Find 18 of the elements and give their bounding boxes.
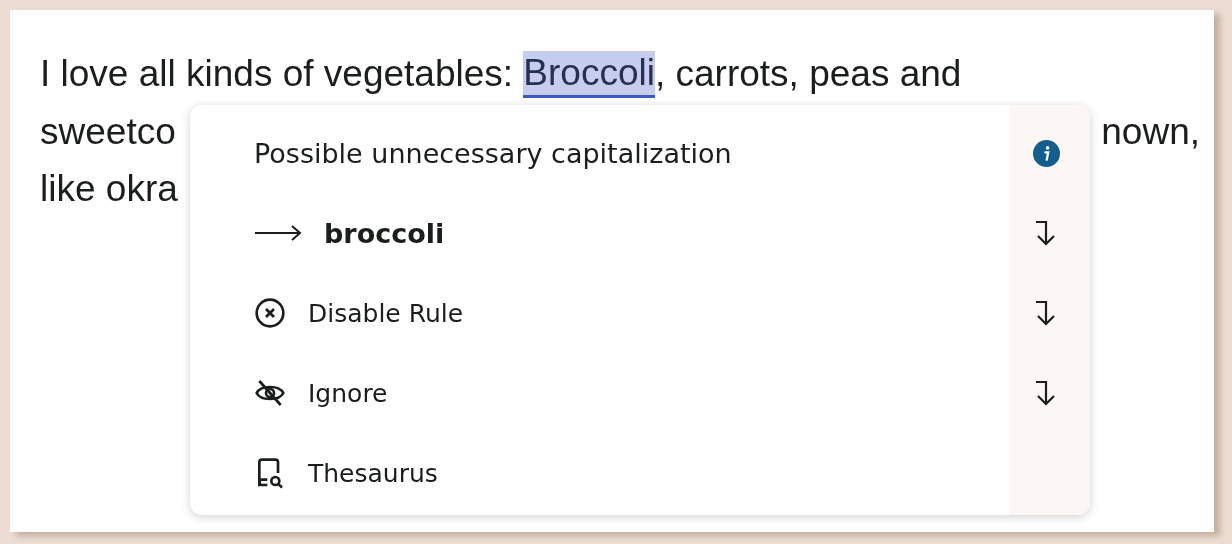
close-circle-icon <box>254 297 286 329</box>
document-text: , carrots, peas and <box>654 52 962 96</box>
enter-arrow-icon[interactable] <box>1034 299 1058 327</box>
menu-item[interactable]: Disable Rule <box>190 273 1010 353</box>
document-text: like okra <box>40 167 178 211</box>
document-text: sweetco <box>40 109 176 154</box>
flagged-word[interactable]: Broccoli <box>523 51 655 98</box>
eye-off-icon <box>254 377 286 409</box>
enter-arrow-icon[interactable] <box>1034 219 1058 247</box>
arrow-right-icon <box>254 223 302 243</box>
issue-title: Possible unnecessary capitalization <box>254 137 732 169</box>
menu-item[interactable]: Ignore <box>190 353 1010 433</box>
document-text: I love all kinds of vegetables: <box>40 52 515 96</box>
document-text: nown, <box>1101 109 1200 154</box>
enter-arrow-icon[interactable] <box>1034 379 1058 407</box>
suggestion-item[interactable]: broccoli <box>190 193 1010 273</box>
menu-item[interactable]: Thesaurus <box>190 433 1010 513</box>
info-icon[interactable] <box>1032 139 1060 167</box>
